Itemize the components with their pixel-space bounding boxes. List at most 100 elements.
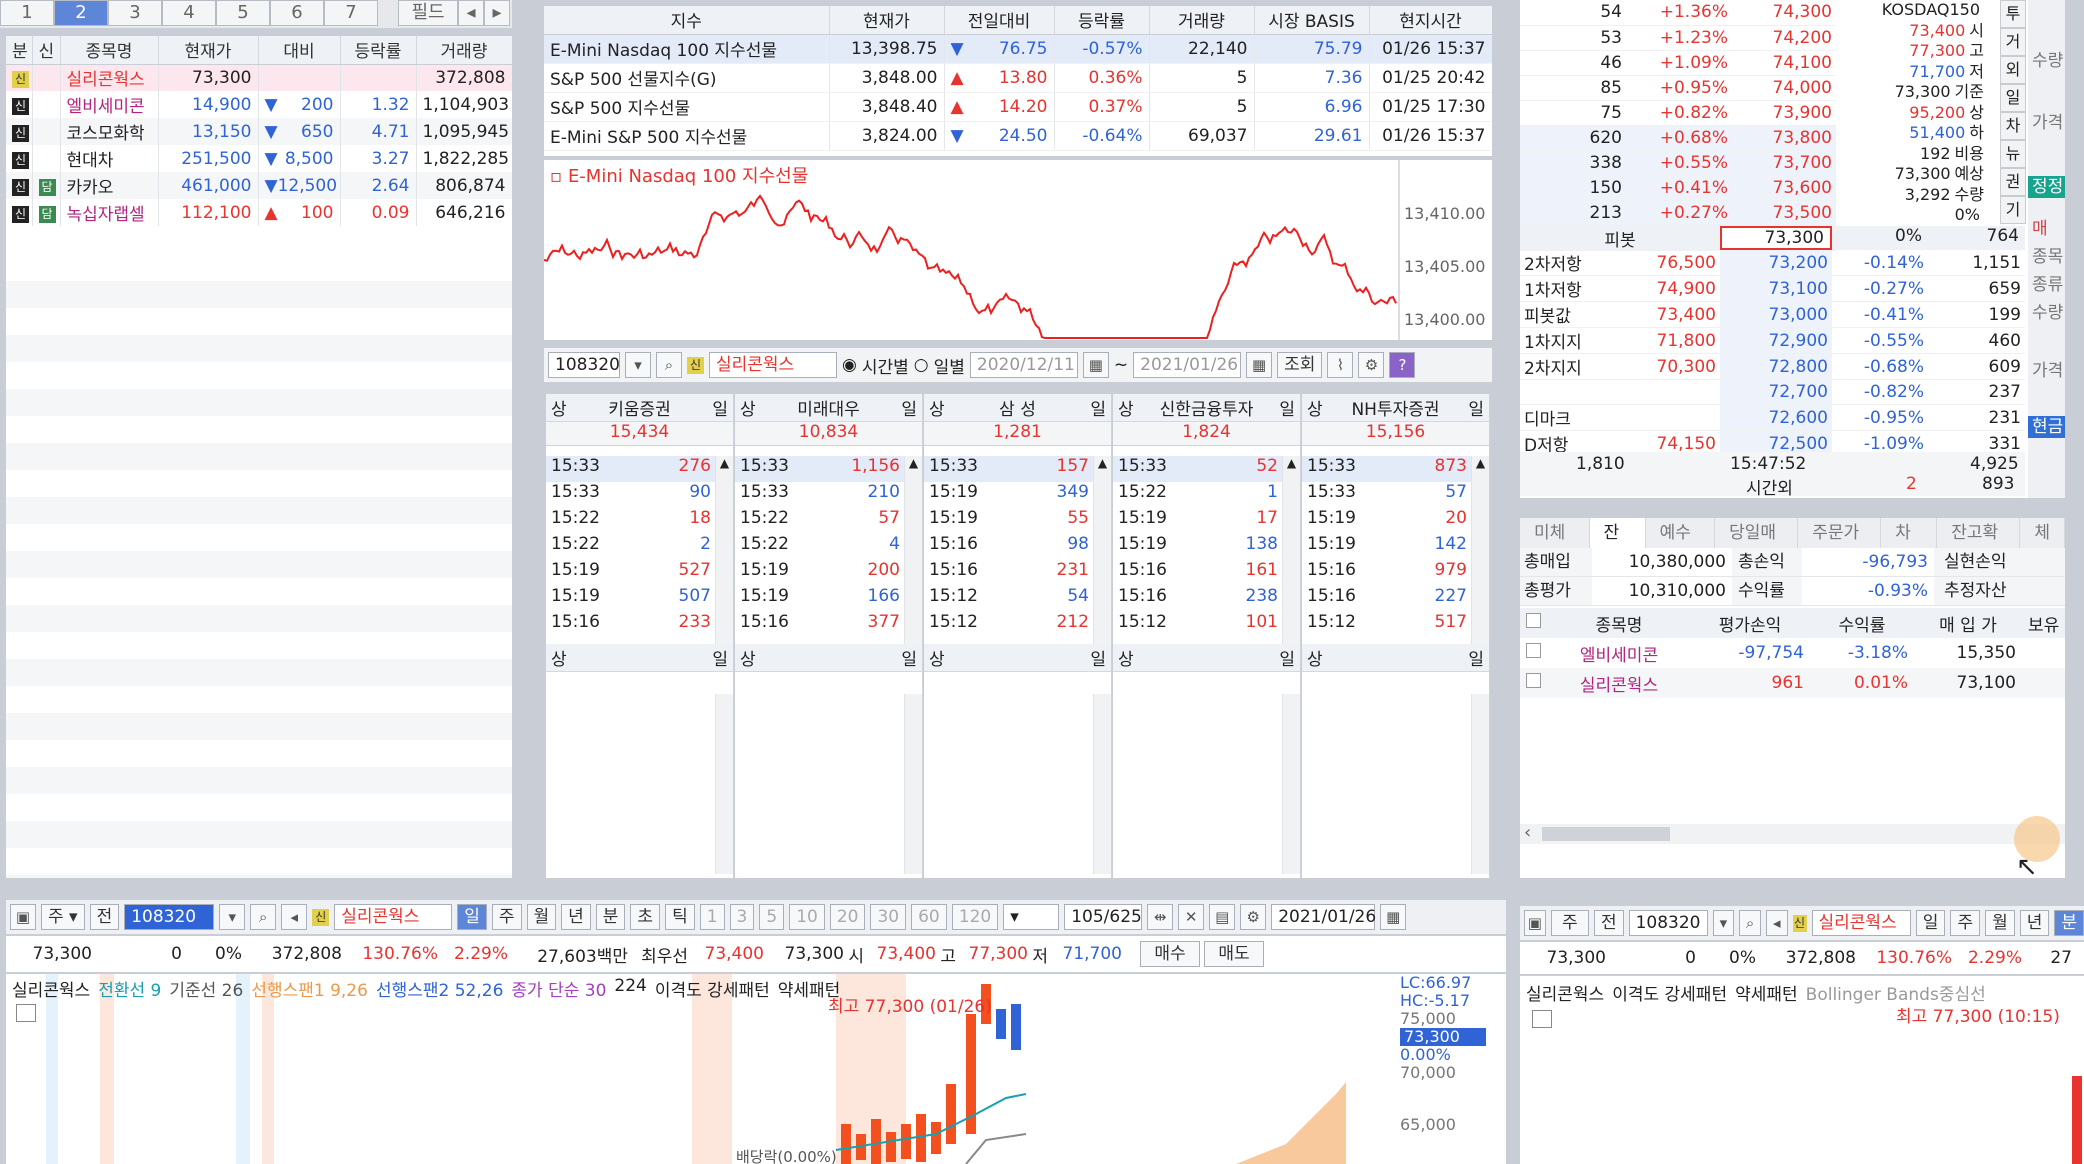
broker-name[interactable]: 신한금융투자 — [1160, 395, 1254, 420]
period-button[interactable]: 일 — [1915, 910, 1946, 936]
bid-row[interactable]: 피봇값 73,400 73,000 -0.41% 199 — [1520, 301, 2025, 328]
list-item[interactable]: 15:16 231 — [924, 560, 1111, 586]
list-item[interactable]: 15:22 4 — [735, 534, 922, 560]
list-item[interactable]: 15:33 157 — [924, 456, 1111, 482]
period-button[interactable]: 틱 — [665, 904, 695, 930]
gear-icon[interactable]: ⚙ — [1358, 352, 1385, 378]
list-item[interactable]: 15:12 101 — [1113, 612, 1300, 638]
col-holding-name[interactable]: 종목명 — [1548, 608, 1690, 638]
zoom-icon[interactable]: ⇹ — [1147, 904, 1174, 930]
list-item[interactable]: 15:33 276 — [546, 456, 733, 482]
vertical-scrollbar[interactable] — [904, 694, 922, 874]
watchlist-row[interactable]: 신담 카카오 461,000 ▼ 12,500 2.64 806,874 — [6, 172, 512, 199]
watchlist-row[interactable]: 신 엘비세미콘 14,900 ▼ 200 1.32 1,104,903 — [6, 91, 512, 118]
list-item[interactable]: 15:16 238 — [1113, 586, 1300, 612]
col-pnl[interactable]: 평가손익 — [1690, 608, 1810, 638]
period-button[interactable]: 초 — [630, 904, 661, 930]
buy-button[interactable]: 매수 — [1140, 941, 1200, 967]
list-item[interactable]: 15:12 517 — [1302, 612, 1489, 638]
list-item[interactable]: 15:19 138 — [1113, 534, 1300, 560]
grid-toggle-icon[interactable] — [1532, 1010, 1552, 1028]
col-price[interactable]: 현재가 — [158, 36, 259, 65]
account-tab[interactable]: 차트 — [1881, 518, 1938, 573]
page-tab-1[interactable]: 1 — [0, 0, 54, 26]
sell-button[interactable]: 매도 — [1204, 941, 1264, 967]
col-volume[interactable]: 거래량 — [1149, 6, 1255, 35]
list-item[interactable]: 15:22 1 — [1113, 482, 1300, 508]
period-button[interactable]: 분 — [595, 904, 626, 930]
bid-row[interactable]: 1차저항 74,900 73,100 -0.27% 659 — [1520, 275, 2025, 302]
intraday-chart[interactable]: ▫ E-Mini Nasdaq 100 지수선물 13,410.00 13,40… — [544, 160, 1492, 340]
gear-icon[interactable]: ⚙ — [1240, 904, 1267, 930]
edge-sell[interactable]: 매 — [2028, 218, 2065, 240]
ask-row[interactable]: 620 +0.68% 73,800 — [1520, 125, 1836, 151]
broker-name[interactable]: 키움증권 — [608, 395, 671, 420]
futures-row[interactable]: E-Mini Nasdaq 100 지수선물 13,398.75 ▼ 76.75 … — [544, 34, 1492, 64]
scroll-up-icon[interactable]: ▲ — [905, 456, 922, 470]
list-item[interactable]: 15:19 527 — [546, 560, 733, 586]
list-item[interactable]: 15:22 57 — [735, 508, 922, 534]
side-tab[interactable]: 거 — [2000, 28, 2026, 56]
futures-row[interactable]: S&P 500 지수선물 3,848.40 ▲ 14.20 0.37% 5 6.9… — [544, 92, 1492, 122]
list-item[interactable]: 15:12 54 — [924, 586, 1111, 612]
list-item[interactable]: 15:16 227 — [1302, 586, 1489, 612]
watchlist-row[interactable]: 신 코스모화학 13,150 ▼ 650 4.71 1,095,945 — [6, 118, 512, 145]
field-button[interactable]: 필드 — [398, 0, 458, 26]
search-icon[interactable]: ⌕ — [1739, 910, 1761, 936]
grid-toggle-icon[interactable] — [16, 1004, 36, 1022]
calendar-icon[interactable]: ▦ — [1380, 904, 1407, 930]
account-tab[interactable]: 체 — [2020, 518, 2065, 548]
col-rate[interactable]: 등락률 — [340, 36, 417, 65]
ask-row[interactable]: 54 +1.36% 74,300 — [1520, 0, 1836, 26]
interval-select[interactable]: ▾ — [1003, 904, 1060, 930]
account-tab[interactable]: 잔고확인 — [1937, 518, 2021, 573]
stock-name-field[interactable]: 실리콘웍스 — [334, 904, 453, 930]
bid-row[interactable]: 2차저항 76,500 73,200 -0.14% 1,151 — [1520, 250, 2025, 276]
list-item[interactable]: 15:33 1,156 — [735, 456, 922, 482]
col-hold[interactable]: 보유 — [2022, 608, 2065, 638]
vertical-scrollbar[interactable]: ▲ — [1282, 456, 1300, 644]
vertical-scrollbar[interactable]: ▲ — [904, 456, 922, 644]
list-item[interactable]: 15:12 212 — [924, 612, 1111, 638]
side-tab[interactable]: 뉴 — [2000, 140, 2026, 168]
broker-name[interactable]: 미래대우 — [797, 395, 860, 420]
interval-button[interactable]: 1 — [699, 904, 725, 930]
bid-row[interactable]: 1차지지 71,800 72,900 -0.55% 460 — [1520, 327, 2025, 354]
horizontal-scrollbar[interactable]: ‹ — [1520, 822, 2065, 844]
interval-button[interactable]: 30 — [870, 904, 907, 930]
col-volume[interactable]: 거래량 — [416, 36, 512, 65]
stock-code-input[interactable]: 108320 — [548, 352, 620, 378]
select-all-checkbox[interactable] — [1520, 608, 1548, 638]
radio-unselected-icon[interactable]: ○ — [914, 355, 929, 375]
side-tab[interactable]: 권 — [2000, 168, 2026, 196]
ask-row[interactable]: 75 +0.82% 73,900 — [1520, 100, 1836, 126]
dropdown-arrow-icon[interactable]: ▾ — [219, 904, 246, 930]
vertical-scrollbar[interactable] — [1093, 694, 1111, 874]
list-item[interactable]: 15:16 161 — [1113, 560, 1300, 586]
side-tab[interactable]: 투 — [2000, 0, 2026, 28]
current-price[interactable]: 73,300 — [1720, 226, 1832, 250]
ask-row[interactable]: 46 +1.09% 74,100 — [1520, 50, 1836, 76]
list-item[interactable]: 15:33 873 — [1302, 456, 1489, 482]
layout-icon[interactable]: ▣ — [10, 904, 36, 930]
row-checkbox[interactable] — [1520, 638, 1548, 668]
interval-button[interactable]: 60 — [911, 904, 947, 930]
chart-icon[interactable]: ⌇ — [1327, 352, 1354, 378]
calendar-icon[interactable]: ▦ — [1246, 352, 1273, 378]
scroll-up-icon[interactable]: ▲ — [1472, 456, 1489, 470]
help-icon[interactable]: ? — [1389, 352, 1416, 378]
date-from-input[interactable]: 2020/12/11 — [969, 352, 1078, 378]
interval-button[interactable]: 3 — [729, 904, 755, 930]
list-item[interactable]: 15:19 507 — [546, 586, 733, 612]
interval-button[interactable]: 5 — [759, 904, 785, 930]
scroll-up-icon[interactable]: ▲ — [1283, 456, 1300, 470]
date-to-input[interactable]: 2021/01/26 — [1133, 352, 1242, 378]
ask-row[interactable]: 338 +0.55% 73,700 — [1520, 150, 1836, 176]
page-tab-4[interactable]: 4 — [162, 0, 216, 26]
table-row[interactable]: 엘비세미콘 -97,754 -3.18% 15,350 — [1520, 638, 2065, 668]
ask-row[interactable]: 53 +1.23% 74,200 — [1520, 25, 1836, 51]
side-tab[interactable]: 차 — [2000, 112, 2026, 140]
bid-row[interactable]: 2차지지 70,300 72,800 -0.68% 609 — [1520, 353, 2025, 380]
watchlist-row[interactable]: 신담 녹십자랩셀 112,100 ▲ 100 0.09 646,216 — [6, 199, 512, 226]
search-icon[interactable]: ⌕ — [656, 352, 682, 378]
